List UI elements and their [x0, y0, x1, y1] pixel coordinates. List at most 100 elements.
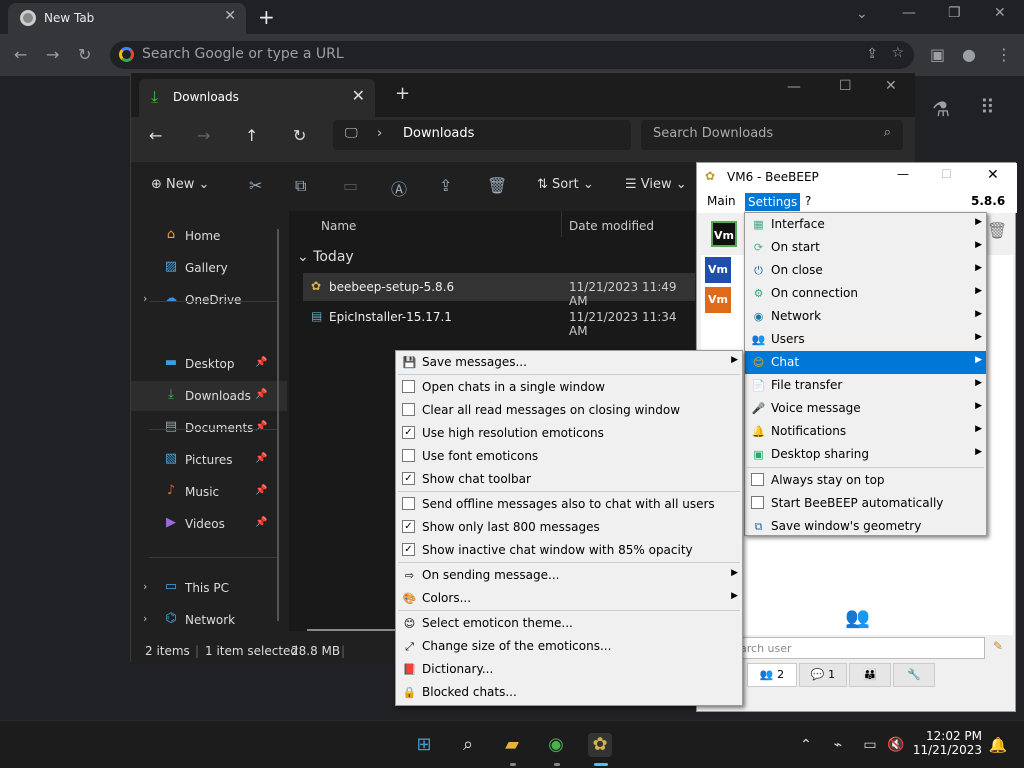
chat-item-show-only-last-800-messages[interactable]: ✓ Show only last 800 messages	[396, 516, 742, 539]
settings-item-desktop-sharing[interactable]: ▣ Desktop sharing ▶	[745, 443, 986, 466]
search-icon[interactable]: ⌕	[456, 733, 480, 757]
sidebar-item-desktop[interactable]: ▬ Desktop 📌	[131, 349, 287, 379]
tab-users[interactable]: 👥 2	[747, 663, 797, 687]
search-input[interactable]: Search Downloads ⌕	[641, 120, 903, 150]
checkbox[interactable]: ✓	[402, 520, 415, 533]
sort-button[interactable]: ⇅ Sort ⌄	[537, 177, 594, 192]
close-tab-icon[interactable]: ✕	[224, 8, 236, 24]
pin-icon[interactable]: 📌	[255, 357, 267, 368]
vm-toolbar-icon[interactable]: Vm	[711, 221, 737, 247]
refresh-icon[interactable]: ↻	[293, 126, 306, 145]
chevron-right-icon[interactable]: ›	[143, 580, 147, 593]
clock[interactable]: 12:02 PM 11/21/2023	[912, 729, 982, 757]
settings-item-notifications[interactable]: 🔔 Notifications ▶	[745, 420, 986, 443]
copy-icon[interactable]: ⧉	[295, 176, 306, 196]
search-user-input[interactable]: arch user	[737, 637, 985, 659]
chat-item-change-size-of-the-emoticons[interactable]: ⤢ Change size of the emoticons...	[396, 635, 742, 658]
close-icon[interactable]: ✕	[987, 167, 999, 183]
checkbox[interactable]: ✓	[402, 426, 415, 439]
forward-icon[interactable]: →	[46, 45, 59, 64]
chat-item-use-font-emoticons[interactable]: Use font emoticons	[396, 445, 742, 468]
settings-item-interface[interactable]: ▦ Interface ▶	[745, 213, 986, 236]
trash-icon[interactable]: 🗑	[987, 221, 1007, 240]
new-tab-button[interactable]: +	[258, 5, 275, 29]
settings-item-on-close[interactable]: ⏻ On close ▶	[745, 259, 986, 282]
restore-icon[interactable]: ❐	[948, 5, 961, 21]
sidebar-item-downloads[interactable]: ⤓ Downloads 📌	[131, 381, 287, 411]
minimize-icon[interactable]: —	[897, 167, 909, 181]
chat-item-save-messages[interactable]: 💾 Save messages... ▶	[396, 351, 742, 374]
pin-icon[interactable]: 📌	[255, 517, 267, 528]
settings-item-network[interactable]: ◉ Network ▶	[745, 305, 986, 328]
checkbox[interactable]	[402, 403, 415, 416]
star-icon[interactable]: ☆	[891, 45, 904, 61]
notification-icon[interactable]: 🔔	[986, 733, 1010, 757]
address-bar[interactable]: 🖵 › Downloads	[333, 120, 631, 150]
file-row[interactable]: ✿ beebeep-setup-5.8.6 11/21/2023 11:49 A…	[303, 273, 695, 308]
group-header[interactable]: ⌄ Today	[297, 249, 354, 265]
vm-user-icon[interactable]: Vm	[705, 257, 731, 283]
checkbox[interactable]	[402, 497, 415, 510]
checkbox[interactable]: ✓	[402, 543, 415, 556]
chevron-right-icon[interactable]: ›	[143, 292, 147, 305]
chat-item-colors[interactable]: 🎨 Colors... ▶	[396, 587, 742, 610]
column-name[interactable]: Name	[321, 219, 356, 233]
sidebar-item-this-pc[interactable]: › ▭ This PC	[131, 573, 287, 603]
start-icon[interactable]: ⊞	[412, 733, 436, 757]
omnibox[interactable]: Search Google or type a URL ⇪ ☆	[110, 41, 914, 69]
pin-icon[interactable]: 📌	[255, 421, 267, 432]
checkbox[interactable]	[751, 496, 764, 509]
new-button[interactable]: ⊕ New ⌄	[151, 177, 209, 192]
up-icon[interactable]: ↑	[245, 126, 258, 145]
new-tab-button[interactable]: +	[395, 83, 410, 104]
status-icon[interactable]: ✎	[993, 639, 1003, 653]
settings-item-users[interactable]: 👥 Users ▶	[745, 328, 986, 351]
rename-icon[interactable]: Ⓐ	[391, 176, 407, 200]
settings-item-file-transfer[interactable]: 📄 File transfer ▶	[745, 374, 986, 397]
chat-item-on-sending-message[interactable]: ⇨ On sending message... ▶	[396, 564, 742, 587]
tab-files[interactable]: 🔧	[893, 663, 935, 687]
network-icon[interactable]: ⌁	[826, 733, 850, 757]
back-icon[interactable]: ←	[14, 45, 27, 64]
checkbox[interactable]	[402, 449, 415, 462]
column-date[interactable]: Date modified	[569, 219, 654, 233]
chat-item-show-chat-toolbar[interactable]: ✓ Show chat toolbar	[396, 468, 742, 491]
menu-icon[interactable]: ⋮	[996, 45, 1012, 64]
tab-groups[interactable]: 👪	[849, 663, 891, 687]
menu-main[interactable]: Main	[707, 194, 736, 208]
checkbox[interactable]: ✓	[402, 472, 415, 485]
sidebar-item-pictures[interactable]: ▧ Pictures 📌	[131, 445, 287, 475]
chat-item-clear-all-read-messages-on-closing-window[interactable]: Clear all read messages on closing windo…	[396, 399, 742, 422]
chat-item-send-offline-messages-also-to-chat-with-all-users[interactable]: Send offline messages also to chat with …	[396, 493, 742, 516]
minimize-icon[interactable]: —	[787, 79, 801, 95]
pin-icon[interactable]: 📌	[255, 389, 267, 400]
chat-item-show-inactive-chat-window-with-85-opacity[interactable]: ✓ Show inactive chat window with 85% opac…	[396, 539, 742, 562]
file-explorer-icon[interactable]: ▰	[500, 733, 524, 757]
settings-item-on-connection[interactable]: ⚙ On connection ▶	[745, 282, 986, 305]
delete-icon[interactable]: 🗑	[487, 176, 507, 195]
sidebar-item-videos[interactable]: ▶ Videos 📌	[131, 509, 287, 539]
settings-item-chat[interactable]: 😊 Chat ▶	[745, 351, 986, 374]
paste-icon[interactable]: ▭	[343, 176, 358, 195]
chrome-icon[interactable]: ◉	[544, 733, 568, 757]
settings-item-start-beebeep-automatically[interactable]: Start BeeBEEP automatically	[745, 492, 986, 515]
beebeep-taskbar-icon[interactable]: ✿	[588, 733, 612, 757]
share-icon[interactable]: ⇪	[439, 176, 452, 195]
labs-icon[interactable]: ⚗	[932, 97, 950, 121]
settings-item-voice-message[interactable]: 🎤 Voice message ▶	[745, 397, 986, 420]
side-scrollbar[interactable]	[277, 229, 279, 621]
back-icon[interactable]: ←	[149, 126, 162, 145]
close-tab-icon[interactable]: ✕	[352, 86, 365, 105]
menu-help[interactable]: ?	[805, 194, 811, 208]
maximize-icon[interactable]: ☐	[839, 78, 852, 94]
minimize-icon[interactable]: —	[902, 5, 916, 21]
reload-icon[interactable]: ↻	[78, 45, 91, 64]
chevron-up-icon[interactable]: ⌃	[794, 733, 818, 757]
sidebar-item-onedrive[interactable]: › ☁ OneDrive	[131, 285, 287, 315]
display-icon[interactable]: ▭	[858, 733, 882, 757]
vm-user-icon[interactable]: Vm	[705, 287, 731, 313]
chat-item-select-emoticon-theme[interactable]: 😊 Select emoticon theme...	[396, 612, 742, 635]
settings-item-always-stay-on-top[interactable]: Always stay on top	[745, 469, 986, 492]
chevron-right-icon[interactable]: ›	[143, 612, 147, 625]
chrome-tab[interactable]: New Tab ✕	[8, 3, 246, 34]
